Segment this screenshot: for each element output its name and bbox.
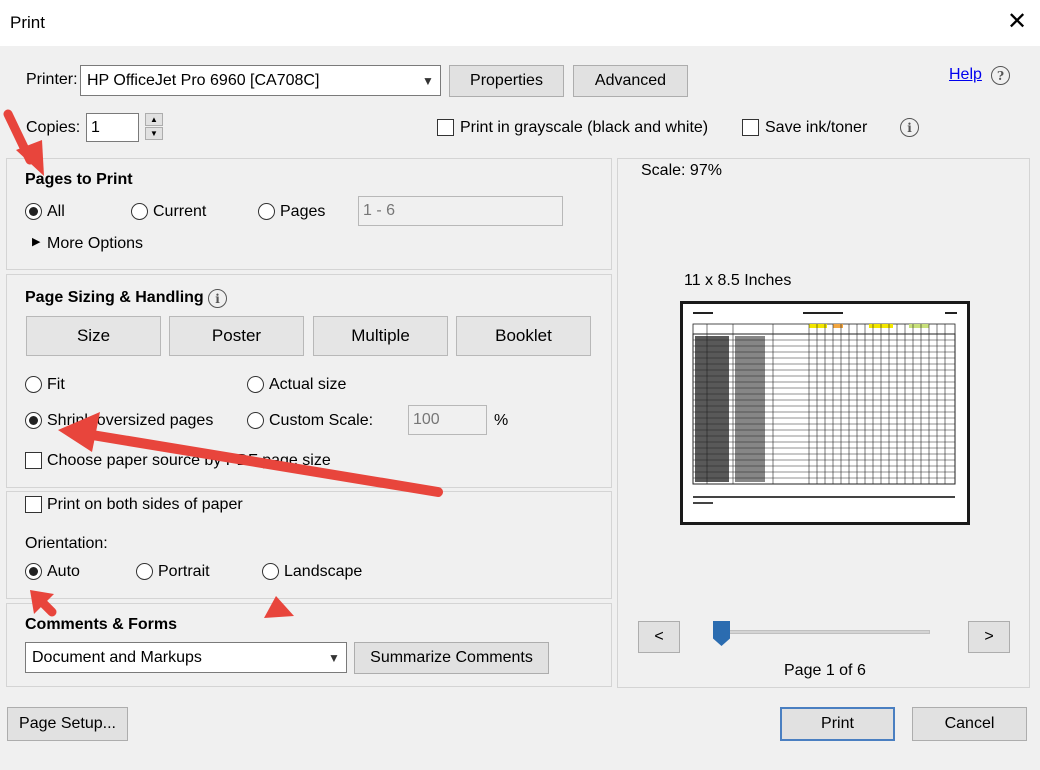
dialog-title: Print — [10, 13, 45, 32]
poster-button[interactable]: Poster — [169, 316, 304, 356]
orientation-portrait-radio[interactable] — [136, 563, 153, 580]
chevron-down-icon: ▼ — [328, 650, 340, 665]
multiple-button[interactable]: Multiple — [313, 316, 448, 356]
page-slider-track[interactable] — [718, 630, 930, 634]
summarize-comments-button[interactable]: Summarize Comments — [354, 642, 549, 674]
copies-increment[interactable]: ▲ — [145, 113, 163, 126]
save-ink-checkbox[interactable] — [742, 119, 759, 136]
comments-forms-select-value: Document and Markups — [32, 648, 202, 666]
info-icon[interactable]: i — [900, 118, 919, 137]
size-button[interactable]: Size — [26, 316, 161, 356]
orientation-label: Orientation: — [25, 535, 108, 552]
pages-current-label: Current — [153, 203, 207, 220]
custom-scale-radio[interactable] — [247, 412, 264, 429]
paper-size-label: 11 x 8.5 Inches — [684, 272, 792, 289]
actual-size-radio[interactable] — [247, 376, 264, 393]
page-sizing-info-icon[interactable]: i — [208, 289, 227, 308]
booklet-button[interactable]: Booklet — [456, 316, 591, 356]
orientation-landscape-label: Landscape — [284, 563, 363, 580]
chevron-down-icon: ▼ — [422, 73, 434, 88]
prev-page-button[interactable]: < — [638, 621, 680, 653]
custom-scale-label: Custom Scale: — [269, 412, 374, 429]
print-button[interactable]: Print — [780, 707, 895, 741]
actual-size-label: Actual size — [269, 376, 347, 393]
grayscale-checkbox[interactable] — [437, 119, 454, 136]
advanced-button[interactable]: Advanced — [573, 65, 688, 97]
custom-scale-input[interactable]: 100 — [408, 405, 487, 435]
scale-readout: Scale: 97% — [641, 162, 722, 179]
shrink-label: Shrink oversized pages — [47, 412, 214, 429]
title-bar — [0, 0, 1040, 46]
orientation-auto-radio[interactable] — [25, 563, 42, 580]
pages-range-label: Pages — [280, 203, 326, 220]
fit-radio[interactable] — [25, 376, 42, 393]
pages-current-radio[interactable] — [131, 203, 148, 220]
printer-label: Printer: — [26, 71, 78, 88]
grayscale-label: Print in grayscale (black and white) — [460, 119, 709, 136]
next-page-button[interactable]: > — [968, 621, 1010, 653]
orientation-landscape-radio[interactable] — [262, 563, 279, 580]
orientation-auto-label: Auto — [47, 563, 80, 580]
copies-label: Copies: — [26, 119, 81, 136]
page-preview-thumbnail — [692, 312, 957, 504]
pages-range-radio[interactable] — [258, 203, 275, 220]
comments-forms-heading: Comments & Forms — [25, 616, 178, 633]
save-ink-label: Save ink/toner — [765, 119, 868, 136]
printer-select[interactable]: HP OfficeJet Pro 6960 [CA708C] ▼ — [80, 65, 441, 96]
help-link[interactable]: Help — [949, 66, 982, 84]
copies-input[interactable]: 1 — [86, 113, 139, 142]
both-sides-checkbox[interactable] — [25, 496, 42, 513]
page-preview — [680, 301, 970, 525]
cancel-button[interactable]: Cancel — [912, 707, 1027, 741]
properties-button[interactable]: Properties — [449, 65, 564, 97]
paper-source-checkbox[interactable] — [25, 452, 42, 469]
orientation-portrait-label: Portrait — [158, 563, 210, 580]
fit-label: Fit — [47, 376, 65, 393]
expand-triangle-icon[interactable]: ▶ — [32, 235, 40, 248]
close-icon[interactable]: ✕ — [1004, 8, 1030, 34]
page-indicator: Page 1 of 6 — [784, 662, 866, 679]
shrink-radio[interactable] — [25, 412, 42, 429]
pages-all-label: All — [47, 203, 65, 220]
pages-to-print-heading: Pages to Print — [25, 171, 133, 188]
paper-source-label: Choose paper source by PDF page size — [47, 452, 331, 469]
printer-select-value: HP OfficeJet Pro 6960 [CA708C] — [87, 71, 320, 89]
percent-label: % — [494, 412, 509, 429]
page-sizing-heading: Page Sizing & Handling — [25, 289, 204, 306]
help-info-icon[interactable]: ? — [991, 66, 1010, 85]
copies-decrement[interactable]: ▼ — [145, 127, 163, 140]
more-options-toggle[interactable]: More Options — [47, 235, 143, 253]
pages-range-input[interactable]: 1 - 6 — [358, 196, 563, 226]
pages-all-radio[interactable] — [25, 203, 42, 220]
page-setup-button[interactable]: Page Setup... — [7, 707, 128, 741]
both-sides-label: Print on both sides of paper — [47, 496, 243, 513]
comments-forms-select[interactable]: Document and Markups ▼ — [25, 642, 347, 673]
